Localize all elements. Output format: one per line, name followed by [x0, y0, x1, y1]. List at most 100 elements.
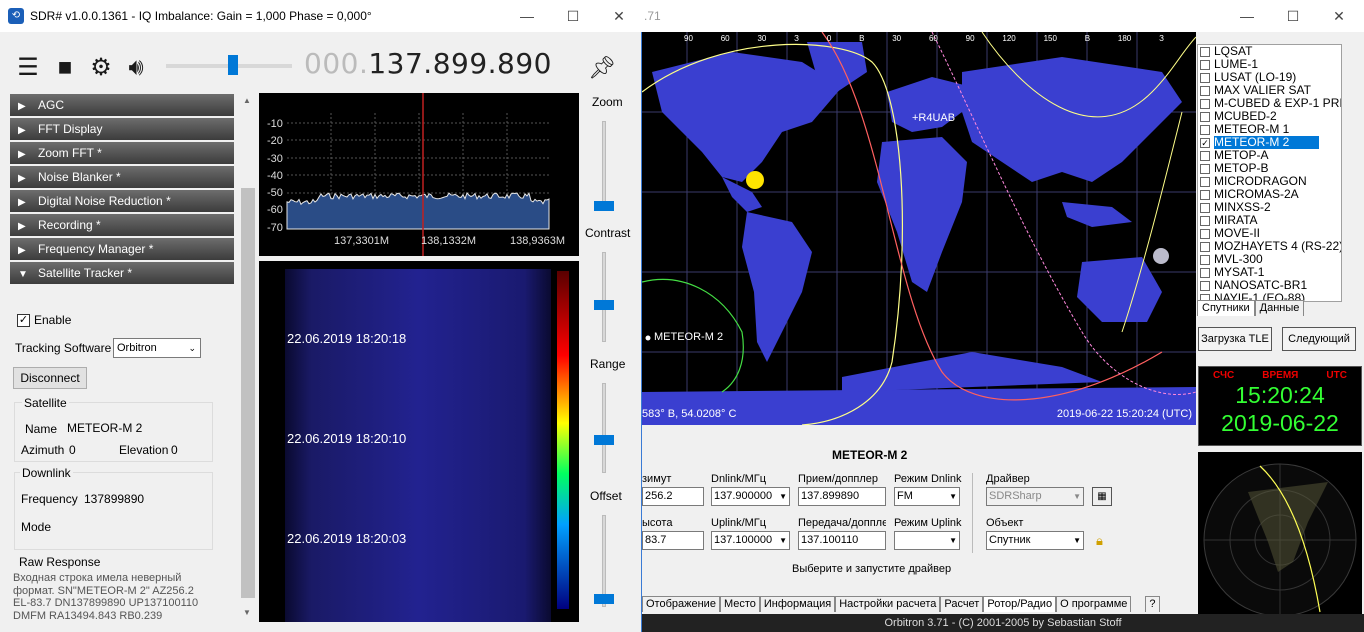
contrast-label: Contrast [585, 226, 631, 240]
object-select[interactable]: Спутник ▼ [986, 531, 1084, 550]
tx-doppler-field[interactable]: 137.100110 [798, 531, 886, 550]
spectrum-y-axis: -10 -20 -30 -40 -50 -60 -70 [267, 116, 283, 237]
plugin-header[interactable]: ▶ Frequency Manager * [10, 238, 234, 260]
satellite-checkbox[interactable] [1200, 241, 1210, 252]
driver-label: Драйвер [986, 473, 1030, 485]
tab-display[interactable]: Отображение [642, 596, 720, 612]
satellite-checkbox[interactable] [1200, 59, 1210, 70]
triangle-right-icon: ▶ [18, 197, 26, 208]
disconnect-button[interactable]: Disconnect [13, 367, 87, 389]
plugin-scrollbar[interactable]: ▲ ▼ [240, 92, 256, 620]
next-button[interactable]: Следующий [1282, 327, 1356, 351]
lon-label: 60 [720, 34, 730, 43]
tab-about[interactable]: О программе [1056, 596, 1132, 612]
clock-utc-label[interactable]: UTC [1326, 370, 1347, 381]
satellite-checkbox[interactable] [1200, 124, 1210, 135]
contrast-slider-track[interactable] [602, 252, 606, 342]
spectrum-analyzer[interactable]: -10 -20 -30 -40 -50 -60 -70 137,3301M 13… [259, 93, 579, 256]
satellite-checkbox[interactable] [1200, 85, 1210, 96]
help-button[interactable]: ? [1145, 596, 1160, 612]
zoom-slider-track[interactable] [602, 121, 606, 211]
minimize-icon[interactable]: — [504, 0, 550, 32]
radar-view [1198, 452, 1362, 627]
dnlink-select[interactable]: 137.900000 ▼ [711, 487, 790, 506]
close-icon[interactable]: ✕ [596, 0, 642, 32]
satellite-checkbox[interactable] [1200, 228, 1210, 239]
satellite-checkbox[interactable] [1200, 98, 1210, 109]
volume-icon[interactable]: 🔊︎ [122, 54, 150, 82]
satellite-checkbox[interactable] [1200, 150, 1210, 161]
pin-icon[interactable]: 📌︎ [588, 54, 616, 82]
satellite-list[interactable]: LQSAT LUME-1 LUSAT (LO-19) MAX VALIER SAT M-… [1197, 44, 1342, 302]
driver-select[interactable]: SDRSharp ▼ [986, 487, 1084, 506]
waterfall-display[interactable]: 22.06.2019 18:20:18 22.06.2019 18:20:10 … [259, 261, 579, 622]
range-slider-thumb[interactable] [594, 435, 614, 445]
clock-local-label[interactable]: СЧС [1213, 370, 1234, 381]
offset-label: Offset [590, 489, 622, 503]
maximize-icon[interactable]: ☐ [1270, 0, 1316, 32]
plugin-header[interactable]: ▼ Satellite Tracker * [10, 262, 234, 284]
satellite-tabs: Спутники Данные [1197, 300, 1305, 316]
azimuth-value: 0 [69, 443, 76, 457]
volume-slider-thumb[interactable] [228, 55, 238, 75]
tab-location[interactable]: Место [719, 596, 760, 612]
satellite-checkbox[interactable] [1200, 111, 1210, 122]
sdr-title: SDR# v1.0.0.1361 - IQ Imbalance: Gain = … [30, 9, 372, 23]
tab-rotor-radio[interactable]: Ротор/Радио [983, 596, 1057, 612]
contrast-slider-thumb[interactable] [594, 300, 614, 310]
dnlink-mode-select[interactable]: FM ▼ [894, 487, 960, 506]
minimize-icon[interactable]: — [1224, 0, 1270, 32]
satellite-checkbox[interactable] [1200, 163, 1210, 174]
tab-data[interactable]: Данные [1254, 300, 1305, 316]
satellite-checkbox[interactable] [1200, 46, 1210, 57]
gear-icon[interactable]: ⚙ [87, 54, 115, 82]
lock-icon[interactable]: 🔒︎ [1096, 533, 1103, 549]
plugin-header[interactable]: ▶ Zoom FFT * [10, 142, 234, 164]
tab-info[interactable]: Информация [759, 596, 836, 612]
maximize-icon[interactable]: ☐ [550, 0, 596, 32]
plugin-header[interactable]: ▶ Noise Blanker * [10, 166, 234, 188]
tab-satellites[interactable]: Спутники [1197, 300, 1255, 316]
world-map[interactable]: 90 60 30 З 0 В 30 60 90 120 150 В 180 З … [642, 32, 1196, 425]
plugin-header[interactable]: ▶ AGC [10, 94, 234, 116]
zoom-slider-thumb[interactable] [594, 201, 614, 211]
satellite-checkbox[interactable] [1200, 202, 1210, 213]
frequency-display[interactable]: 000.137.899.890 [304, 47, 552, 80]
plugin-header[interactable]: ▶ Digital Noise Reduction * [10, 190, 234, 212]
rx-doppler-field[interactable]: 137.899890 [798, 487, 886, 506]
uplink-mode-select[interactable]: ▼ [894, 531, 960, 550]
scroll-down-icon[interactable]: ▼ [243, 608, 251, 617]
satellite-checkbox[interactable] [1200, 189, 1210, 200]
satellite-checkbox[interactable] [1200, 176, 1210, 187]
close-icon[interactable]: ✕ [1316, 0, 1362, 32]
elevation-field[interactable]: 83.7 [642, 531, 704, 550]
menu-icon[interactable]: ☰ [14, 54, 42, 82]
load-tle-button[interactable]: Загрузка TLE [1198, 327, 1272, 351]
enable-checkbox[interactable]: ✓ [17, 314, 30, 327]
satellite-checkbox[interactable] [1200, 215, 1210, 226]
satellite-checkbox[interactable] [1200, 72, 1210, 83]
dnlink-mode-value: FM [897, 490, 913, 502]
satellite-checkbox[interactable] [1200, 267, 1210, 278]
satellite-checkbox[interactable] [1200, 280, 1210, 291]
object-label: Объект [986, 517, 1024, 529]
offset-slider-thumb[interactable] [594, 594, 614, 604]
stop-icon[interactable]: ■ [51, 54, 79, 82]
tab-calc[interactable]: Расчет [940, 596, 984, 612]
azimuth-field[interactable]: 256.2 [642, 487, 704, 506]
scroll-thumb[interactable] [241, 188, 255, 598]
chevron-down-icon: ▼ [779, 492, 787, 501]
satellite-checkbox[interactable]: ✓ [1200, 137, 1210, 148]
satellite-checkbox[interactable] [1200, 254, 1210, 265]
plugin-label: Digital Noise Reduction * [38, 194, 171, 208]
scroll-up-icon[interactable]: ▲ [243, 96, 251, 105]
clock-date: 2019-06-22 [1221, 410, 1339, 436]
driver-settings-icon[interactable]: ▦ [1092, 487, 1112, 506]
uplink-select[interactable]: 137.100000 ▼ [711, 531, 790, 550]
plugin-header[interactable]: ▶ FFT Display [10, 118, 234, 140]
raw-response-line: Входная строка имела неверный [13, 572, 182, 584]
range-slider-track[interactable] [602, 383, 606, 473]
tracking-software-select[interactable]: Orbitron ⌄ [113, 338, 201, 358]
plugin-header[interactable]: ▶ Recording * [10, 214, 234, 236]
tab-calc-settings[interactable]: Настройки расчета [835, 596, 941, 612]
